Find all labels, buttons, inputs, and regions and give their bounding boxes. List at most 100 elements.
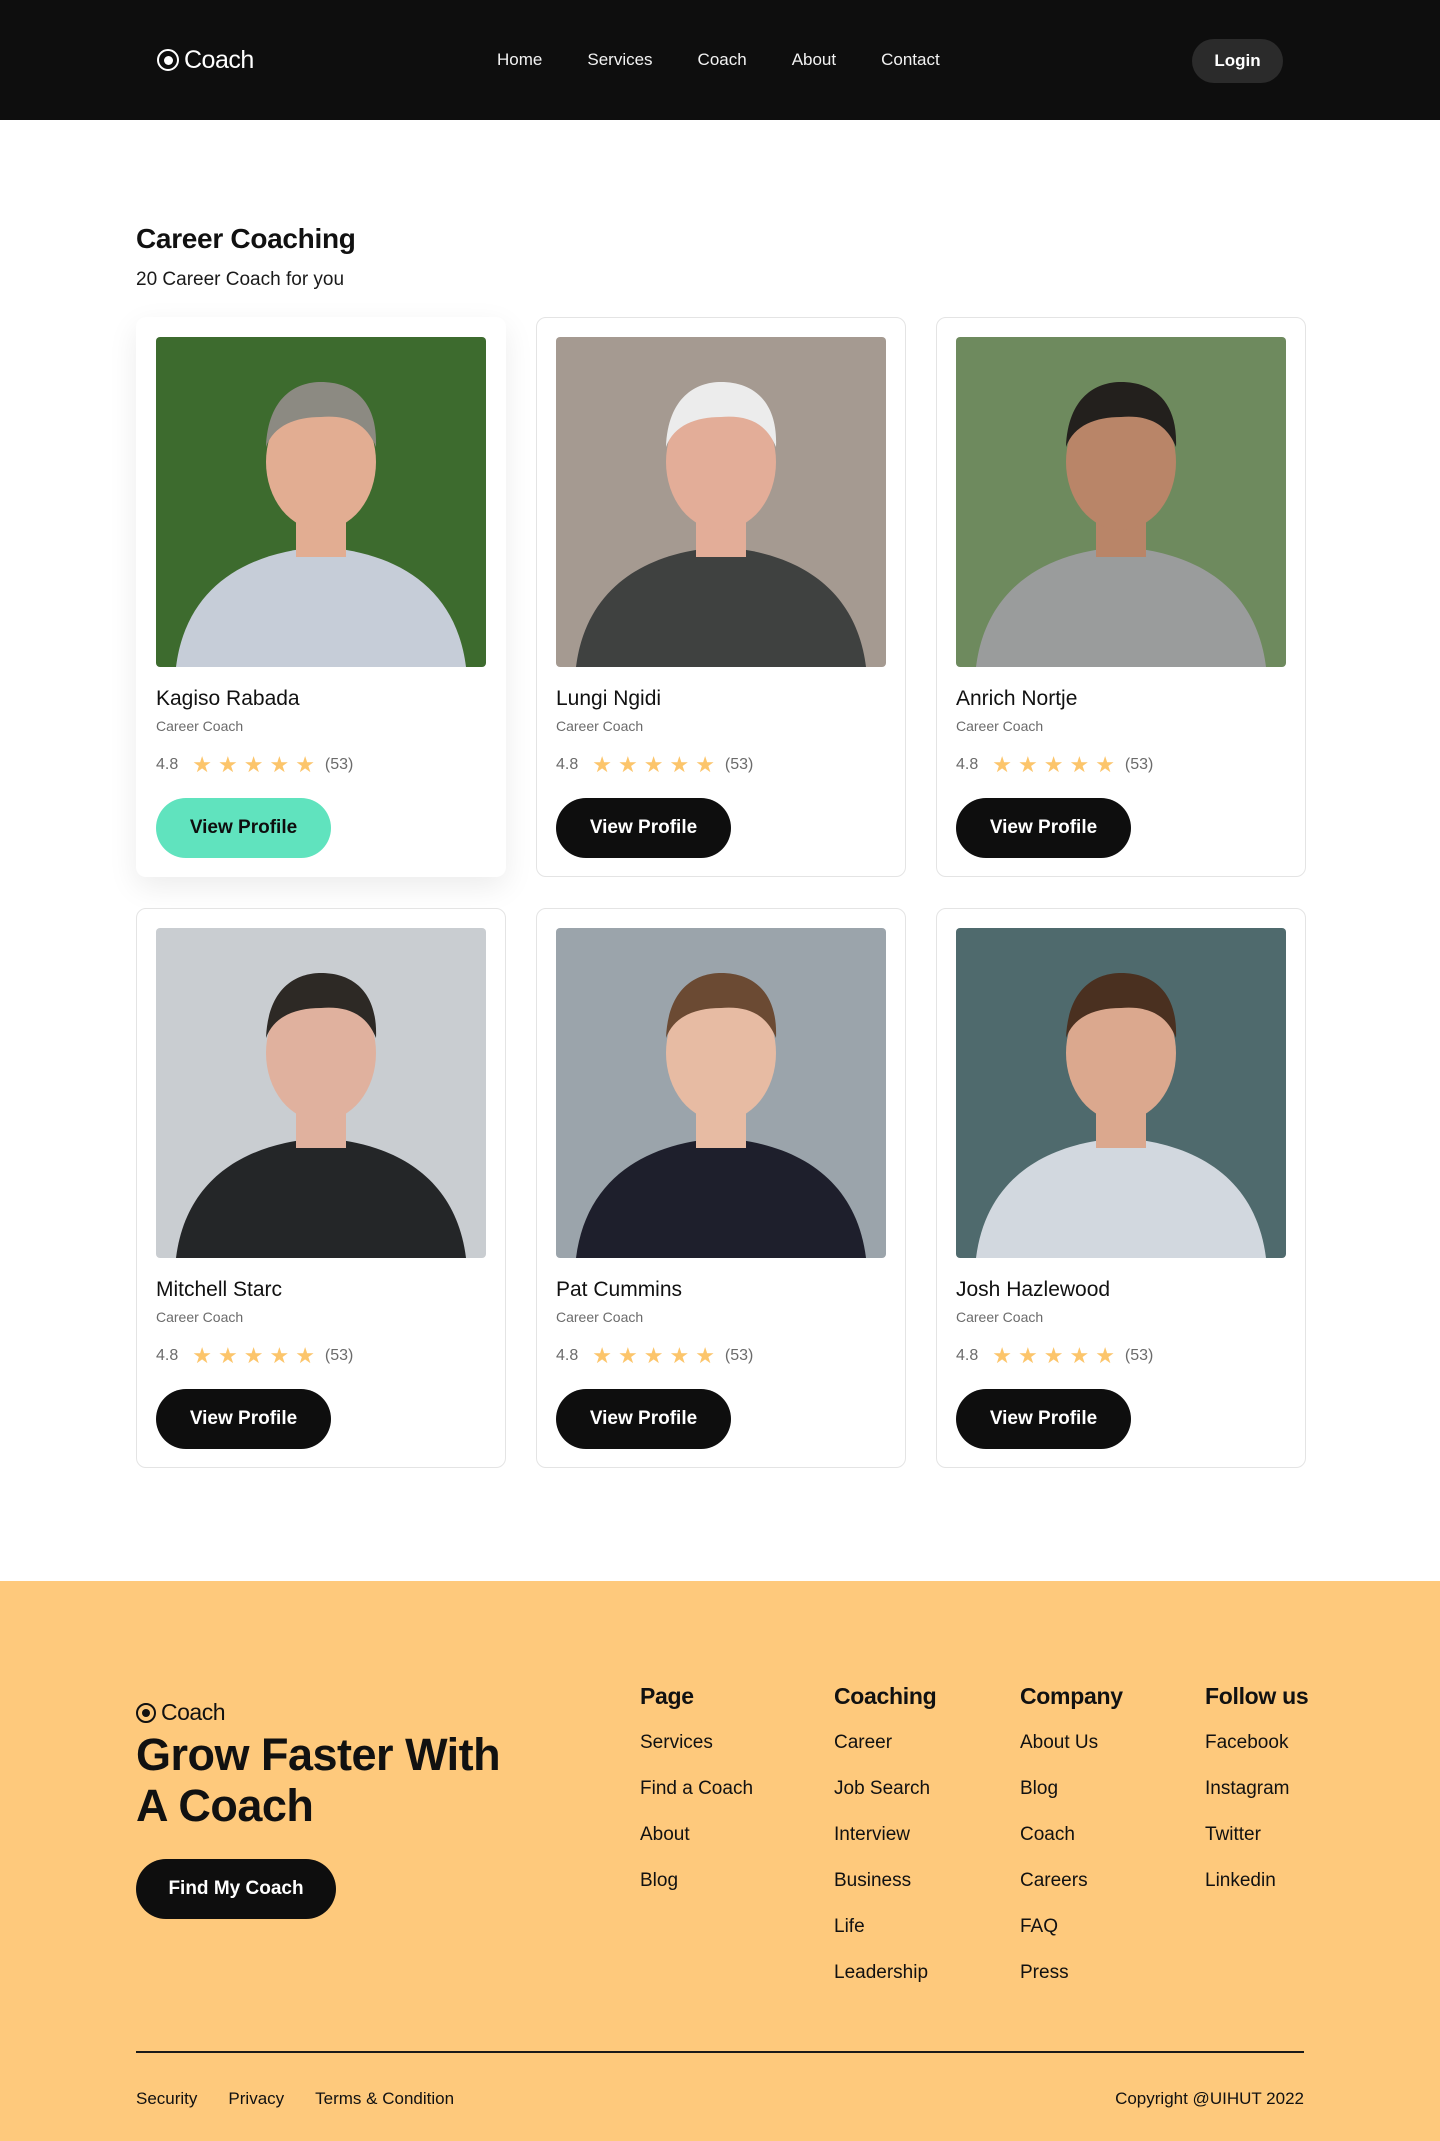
footer-link-instagram[interactable]: Instagram xyxy=(1205,1777,1308,1823)
footer-link[interactable]: Press xyxy=(1020,1961,1123,2007)
legal-terms[interactable]: Terms & Condition xyxy=(315,2089,454,2109)
review-count: (53) xyxy=(324,1347,354,1364)
site-footer: Coach Grow Faster With A Coach Find My C… xyxy=(0,1581,1440,2141)
portrait-image xyxy=(156,928,486,1258)
footer-column-title: Company xyxy=(1020,1683,1123,1709)
footer-column-follow: Follow us Facebook Instagram Twitter Lin… xyxy=(1205,1683,1309,1915)
headline-line-2: A Coach xyxy=(136,1780,314,1831)
headline-line-1: Grow Faster With xyxy=(136,1729,501,1780)
view-profile-button[interactable]: View Profile xyxy=(956,1389,1131,1449)
footer-column-title: Follow us xyxy=(1205,1683,1309,1709)
footer-brand-name: Coach xyxy=(161,1699,225,1725)
footer-link[interactable]: Career xyxy=(834,1731,936,1777)
footer-link[interactable]: Blog xyxy=(640,1869,753,1915)
footer-link[interactable]: Leadership xyxy=(834,1961,936,2007)
rating-stars: ★ ★ ★ ★ ★ xyxy=(192,754,315,776)
footer-link[interactable]: Services xyxy=(640,1731,753,1777)
footer-link[interactable]: About xyxy=(640,1823,753,1869)
footer-link[interactable]: Careers xyxy=(1020,1869,1123,1915)
star-icon: ★ xyxy=(269,752,290,777)
nav-services[interactable]: Services xyxy=(587,50,652,70)
footer-logo[interactable]: Coach xyxy=(136,1699,225,1726)
review-count: (53) xyxy=(324,756,354,773)
footer-divider xyxy=(136,2051,1304,2053)
rating-row: 4.8 ★ ★ ★ ★ ★ (53) xyxy=(556,754,886,776)
coach-name: Pat Cummins xyxy=(556,1278,683,1301)
login-button[interactable]: Login xyxy=(1192,39,1283,83)
rating-stars: ★ ★ ★ ★ ★ xyxy=(992,754,1115,776)
coach-photo xyxy=(156,928,486,1258)
coach-card: Josh Hazlewood Career Coach 4.8 ★ ★ ★ ★ ★ (53) Vi… xyxy=(936,908,1306,1468)
review-count: (53) xyxy=(1124,756,1154,773)
footer-link-twitter[interactable]: Twitter xyxy=(1205,1823,1308,1869)
legal-security[interactable]: Security xyxy=(136,2089,197,2109)
coach-card: Anrich Nortje Career Coach 4.8 ★ ★ ★ ★ ★ (53) Vie… xyxy=(936,317,1306,877)
rating-value: 4.8 xyxy=(556,1347,579,1364)
page-title: Career Coaching xyxy=(136,223,356,254)
footer-link[interactable]: Job Search xyxy=(834,1777,936,1823)
star-icon: ★ xyxy=(617,752,638,777)
rating-row: 4.8 ★ ★ ★ ★ ★ (53) xyxy=(956,754,1286,776)
star-icon: ★ xyxy=(1043,1343,1064,1368)
coach-card: Mitchell Starc Career Coach 4.8 ★ ★ ★ ★ ★ (53) Vi… xyxy=(136,908,506,1468)
coach-photo xyxy=(556,337,886,667)
star-icon: ★ xyxy=(992,752,1012,777)
coach-role: Career Coach xyxy=(956,1309,1044,1325)
portrait-image xyxy=(956,928,1286,1258)
review-count: (53) xyxy=(724,1347,754,1364)
brand-logo[interactable]: Coach xyxy=(157,46,254,75)
view-profile-button[interactable]: View Profile xyxy=(156,1389,331,1449)
copyright: Copyright @UIHUT 2022 xyxy=(1115,2089,1304,2108)
nav-contact[interactable]: Contact xyxy=(881,50,940,70)
star-icon: ★ xyxy=(192,752,212,777)
view-profile-button[interactable]: View Profile xyxy=(156,798,331,858)
star-icon: ★ xyxy=(1095,752,1115,777)
footer-link[interactable]: Business xyxy=(834,1869,936,1915)
nav-about[interactable]: About xyxy=(792,50,836,70)
star-icon: ★ xyxy=(243,1343,264,1368)
rating-stars: ★ ★ ★ ★ ★ xyxy=(192,1345,315,1367)
rating-value: 4.8 xyxy=(156,756,179,773)
nav-coach[interactable]: Coach xyxy=(698,50,747,70)
star-icon: ★ xyxy=(1017,752,1038,777)
footer-link[interactable]: Coach xyxy=(1020,1823,1123,1869)
footer-link[interactable]: FAQ xyxy=(1020,1915,1123,1961)
find-my-coach-button[interactable]: Find My Coach xyxy=(136,1859,336,1919)
footer-link-linkedin[interactable]: Linkedin xyxy=(1205,1869,1308,1915)
coach-card: Pat Cummins Career Coach 4.8 ★ ★ ★ ★ ★ (53) View … xyxy=(536,908,906,1468)
nav-home[interactable]: Home xyxy=(497,50,542,70)
footer-link[interactable]: Find a Coach xyxy=(640,1777,753,1823)
view-profile-button[interactable]: View Profile xyxy=(956,798,1131,858)
review-count: (53) xyxy=(724,756,754,773)
star-icon: ★ xyxy=(295,752,315,777)
logo-ring-icon xyxy=(157,49,179,71)
star-icon: ★ xyxy=(617,1343,638,1368)
star-icon: ★ xyxy=(1069,752,1090,777)
footer-link-facebook[interactable]: Facebook xyxy=(1205,1731,1308,1777)
footer-column-title: Coaching xyxy=(834,1683,937,1709)
coach-name: Josh Hazlewood xyxy=(956,1278,1111,1301)
coach-name: Lungi Ngidi xyxy=(556,687,662,710)
footer-link[interactable]: Blog xyxy=(1020,1777,1123,1823)
footer-link[interactable]: About Us xyxy=(1020,1731,1123,1777)
rating-stars: ★ ★ ★ ★ ★ xyxy=(592,1345,715,1367)
coach-photo xyxy=(556,928,886,1258)
site-header: Coach Home Services Coach About Contact … xyxy=(0,0,1440,120)
legal-privacy[interactable]: Privacy xyxy=(228,2089,284,2109)
coach-role: Career Coach xyxy=(156,1309,244,1325)
portrait-image xyxy=(556,337,886,667)
portrait-image xyxy=(956,337,1286,667)
portrait-image xyxy=(556,928,886,1258)
footer-link[interactable]: Life xyxy=(834,1915,936,1961)
view-profile-button[interactable]: View Profile xyxy=(556,1389,731,1449)
rating-value: 4.8 xyxy=(956,1347,979,1364)
star-icon: ★ xyxy=(669,1343,690,1368)
rating-row: 4.8 ★ ★ ★ ★ ★ (53) xyxy=(156,1345,486,1367)
star-icon: ★ xyxy=(643,1343,664,1368)
portrait-image xyxy=(156,337,486,667)
view-profile-button[interactable]: View Profile xyxy=(556,798,731,858)
footer-link[interactable]: Interview xyxy=(834,1823,936,1869)
coach-count: 20 Career Coach for you xyxy=(136,269,345,290)
star-icon: ★ xyxy=(192,1343,212,1368)
star-icon: ★ xyxy=(695,1343,715,1368)
